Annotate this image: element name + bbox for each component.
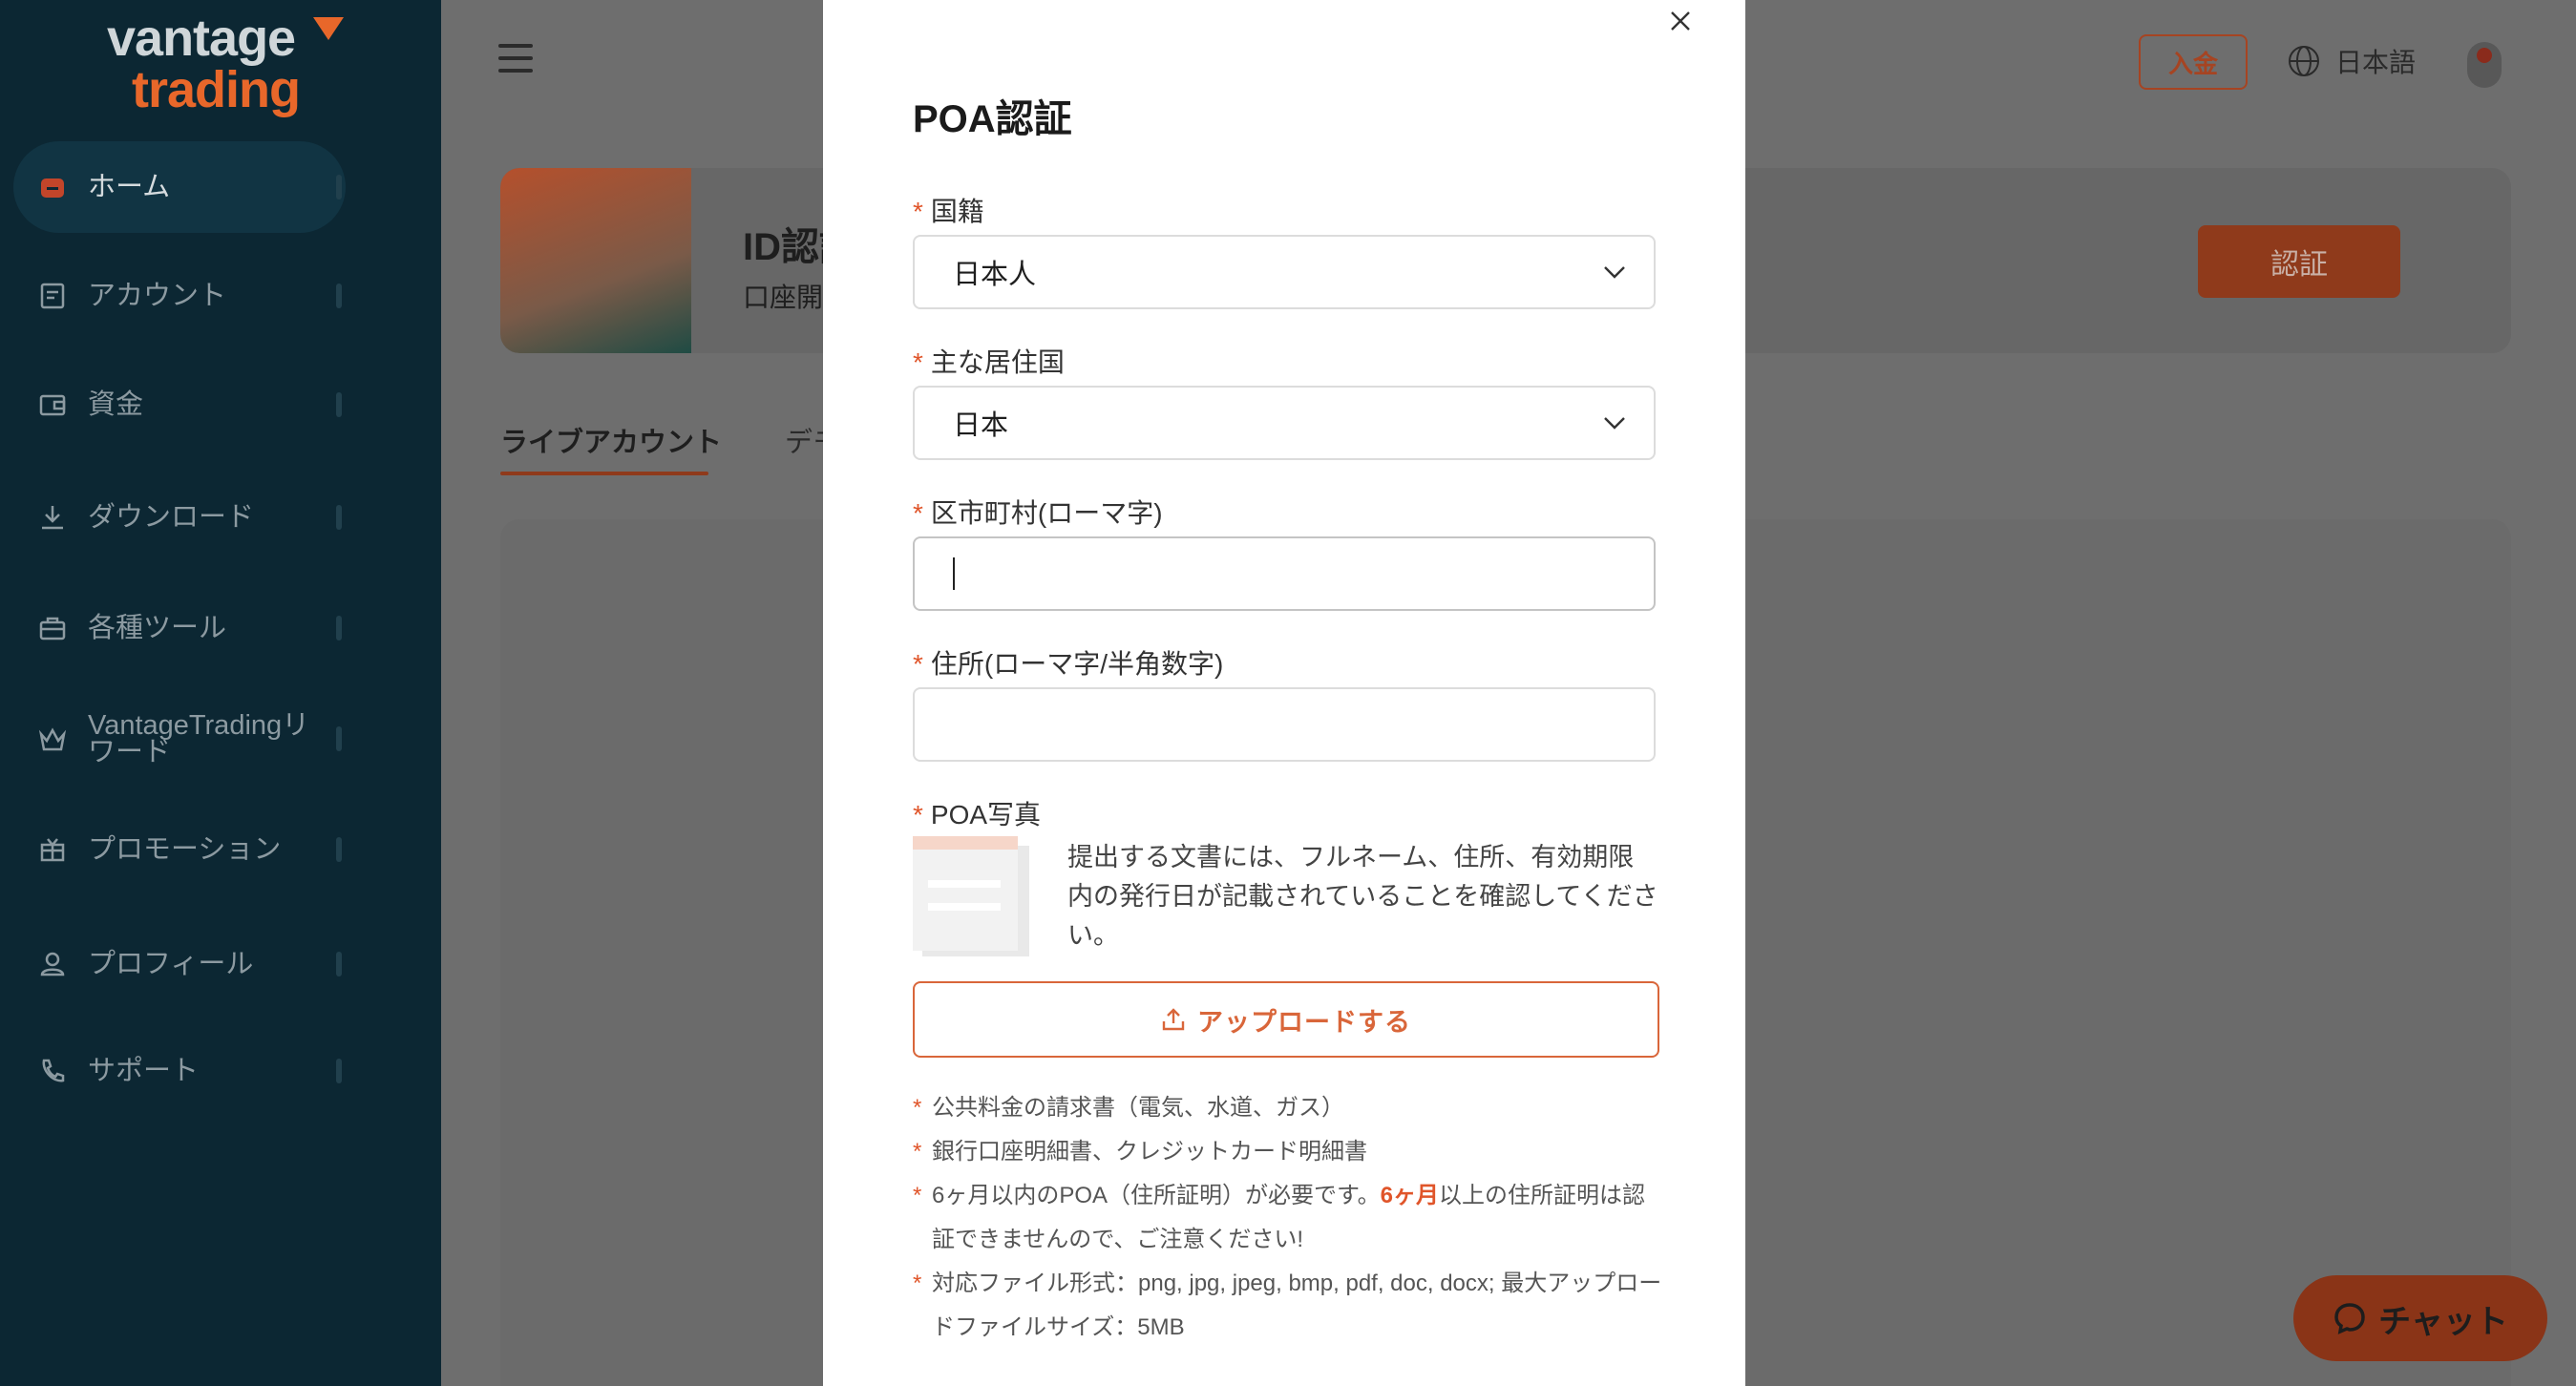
chat-label: チャット — [2378, 1303, 2508, 1340]
language-label: 日本語 — [2335, 48, 2417, 77]
sidebar-item-home[interactable]: ホーム — [13, 141, 346, 233]
poa-description: 提出する文書には、フルネーム、住所、有効期限内の発行日が記載されていることを確認… — [1067, 843, 1658, 950]
sidebar-item-account[interactable]: アカウント — [13, 250, 346, 342]
text-cursor — [953, 557, 955, 590]
sidebar-item-tools[interactable]: 各種ツール — [13, 582, 346, 674]
required-asterisk: * — [913, 347, 923, 377]
sidebar-item-label: VantageTradingリワード — [88, 710, 310, 767]
residence-select[interactable]: 日本 — [913, 386, 1656, 460]
banner-subtitle: 口座開 — [743, 283, 824, 312]
close-icon[interactable] — [1663, 4, 1698, 38]
upload-button[interactable]: アップロードする — [913, 981, 1659, 1058]
sidebar-item-promotions[interactable]: プロモーション — [13, 804, 346, 895]
language-selector[interactable]: 日本語 — [2288, 42, 2416, 80]
sidebar: vantage trading ホーム アカウント 資金 ダウンロード 各種ツー… — [0, 0, 441, 1386]
city-label: * 区市町村(ローマ字) — [913, 498, 1163, 528]
chevron-down-icon — [1604, 417, 1625, 430]
note-six-months: * 6ヶ月以内のPOA（住所証明）が必要です。6ヶ月以上の住所証明は認証できません… — [913, 1183, 1645, 1252]
upload-icon — [1162, 1008, 1185, 1031]
residence-label: * 主な居住国 — [913, 347, 1065, 377]
note-utility-bill: * 公共料金の請求書（電気、水道、ガス） — [913, 1095, 1344, 1121]
sidebar-item-label: ダウンロード — [88, 502, 255, 533]
vantage-logo[interactable]: vantage trading — [107, 11, 344, 116]
tab-live-account[interactable]: ライブアカウント — [500, 420, 722, 460]
address-input[interactable] — [913, 687, 1656, 762]
avatar[interactable] — [2467, 42, 2502, 88]
required-asterisk: * — [913, 197, 923, 226]
gift-icon — [36, 833, 69, 866]
sidebar-item-label: 資金 — [88, 389, 144, 420]
banner-illustration — [500, 168, 691, 353]
document-icon — [36, 280, 69, 312]
verify-button[interactable]: 認証 — [2198, 225, 2400, 298]
document-illustration-icon — [913, 836, 1033, 958]
highlight-six-months: 6ヶ月 — [1380, 1183, 1439, 1208]
hamburger-menu-icon[interactable] — [498, 44, 533, 73]
note-file-formats: * 対応ファイル形式：png, jpg, jpeg, bmp, pdf, doc,… — [913, 1270, 1662, 1340]
sidebar-item-support[interactable]: サポート — [13, 1025, 346, 1117]
residence-value: 日本 — [953, 410, 1009, 441]
sidebar-item-label: プロフィール — [88, 949, 254, 979]
sidebar-item-label: 各種ツール — [88, 613, 227, 643]
sidebar-item-label: ホーム — [88, 172, 171, 202]
toolbox-icon — [36, 612, 69, 644]
chat-button[interactable]: チャット — [2293, 1275, 2547, 1361]
sidebar-item-label: プロモーション — [88, 834, 282, 865]
city-input[interactable] — [913, 536, 1656, 611]
nationality-value: 日本人 — [953, 260, 1037, 290]
sidebar-item-label: サポート — [88, 1056, 200, 1086]
upload-label: アップロードする — [1197, 1007, 1411, 1037]
modal-title: POA認証 — [913, 98, 1072, 140]
chat-bubble-icon — [2334, 1303, 2365, 1334]
nationality-select[interactable]: 日本人 — [913, 235, 1656, 309]
download-icon — [36, 501, 69, 534]
chevron-down-icon — [1604, 266, 1625, 279]
sidebar-item-rewards[interactable]: VantageTradingリワード — [13, 693, 346, 785]
wallet-icon — [36, 388, 69, 421]
active-tab-indicator — [500, 472, 708, 475]
sidebar-item-label: アカウント — [88, 281, 227, 311]
required-asterisk: * — [913, 800, 923, 830]
address-label: * 住所(ローマ字/半角数字) — [913, 649, 1224, 679]
phone-icon — [36, 1055, 69, 1087]
user-icon — [36, 948, 69, 980]
poa-verification-modal: POA認証 * 国籍 日本人 * 主な居住国 日本 * 区市町村(ローマ字) * 住所(… — [823, 0, 1745, 1386]
deposit-button[interactable]: 入金 — [2139, 34, 2248, 90]
sidebar-item-profile[interactable]: プロフィール — [13, 918, 346, 1010]
crown-icon — [36, 723, 69, 755]
required-asterisk: * — [913, 649, 923, 679]
nationality-label: * 国籍 — [913, 197, 984, 226]
globe-icon — [2289, 46, 2319, 76]
sidebar-item-download[interactable]: ダウンロード — [13, 472, 346, 563]
required-asterisk: * — [913, 498, 923, 528]
sidebar-item-funds[interactable]: 資金 — [13, 359, 346, 451]
poa-photo-label: * POA写真 — [913, 800, 1042, 830]
note-bank-statement: * 銀行口座明細書、クレジットカード明細書 — [913, 1139, 1367, 1165]
home-icon — [36, 171, 69, 203]
